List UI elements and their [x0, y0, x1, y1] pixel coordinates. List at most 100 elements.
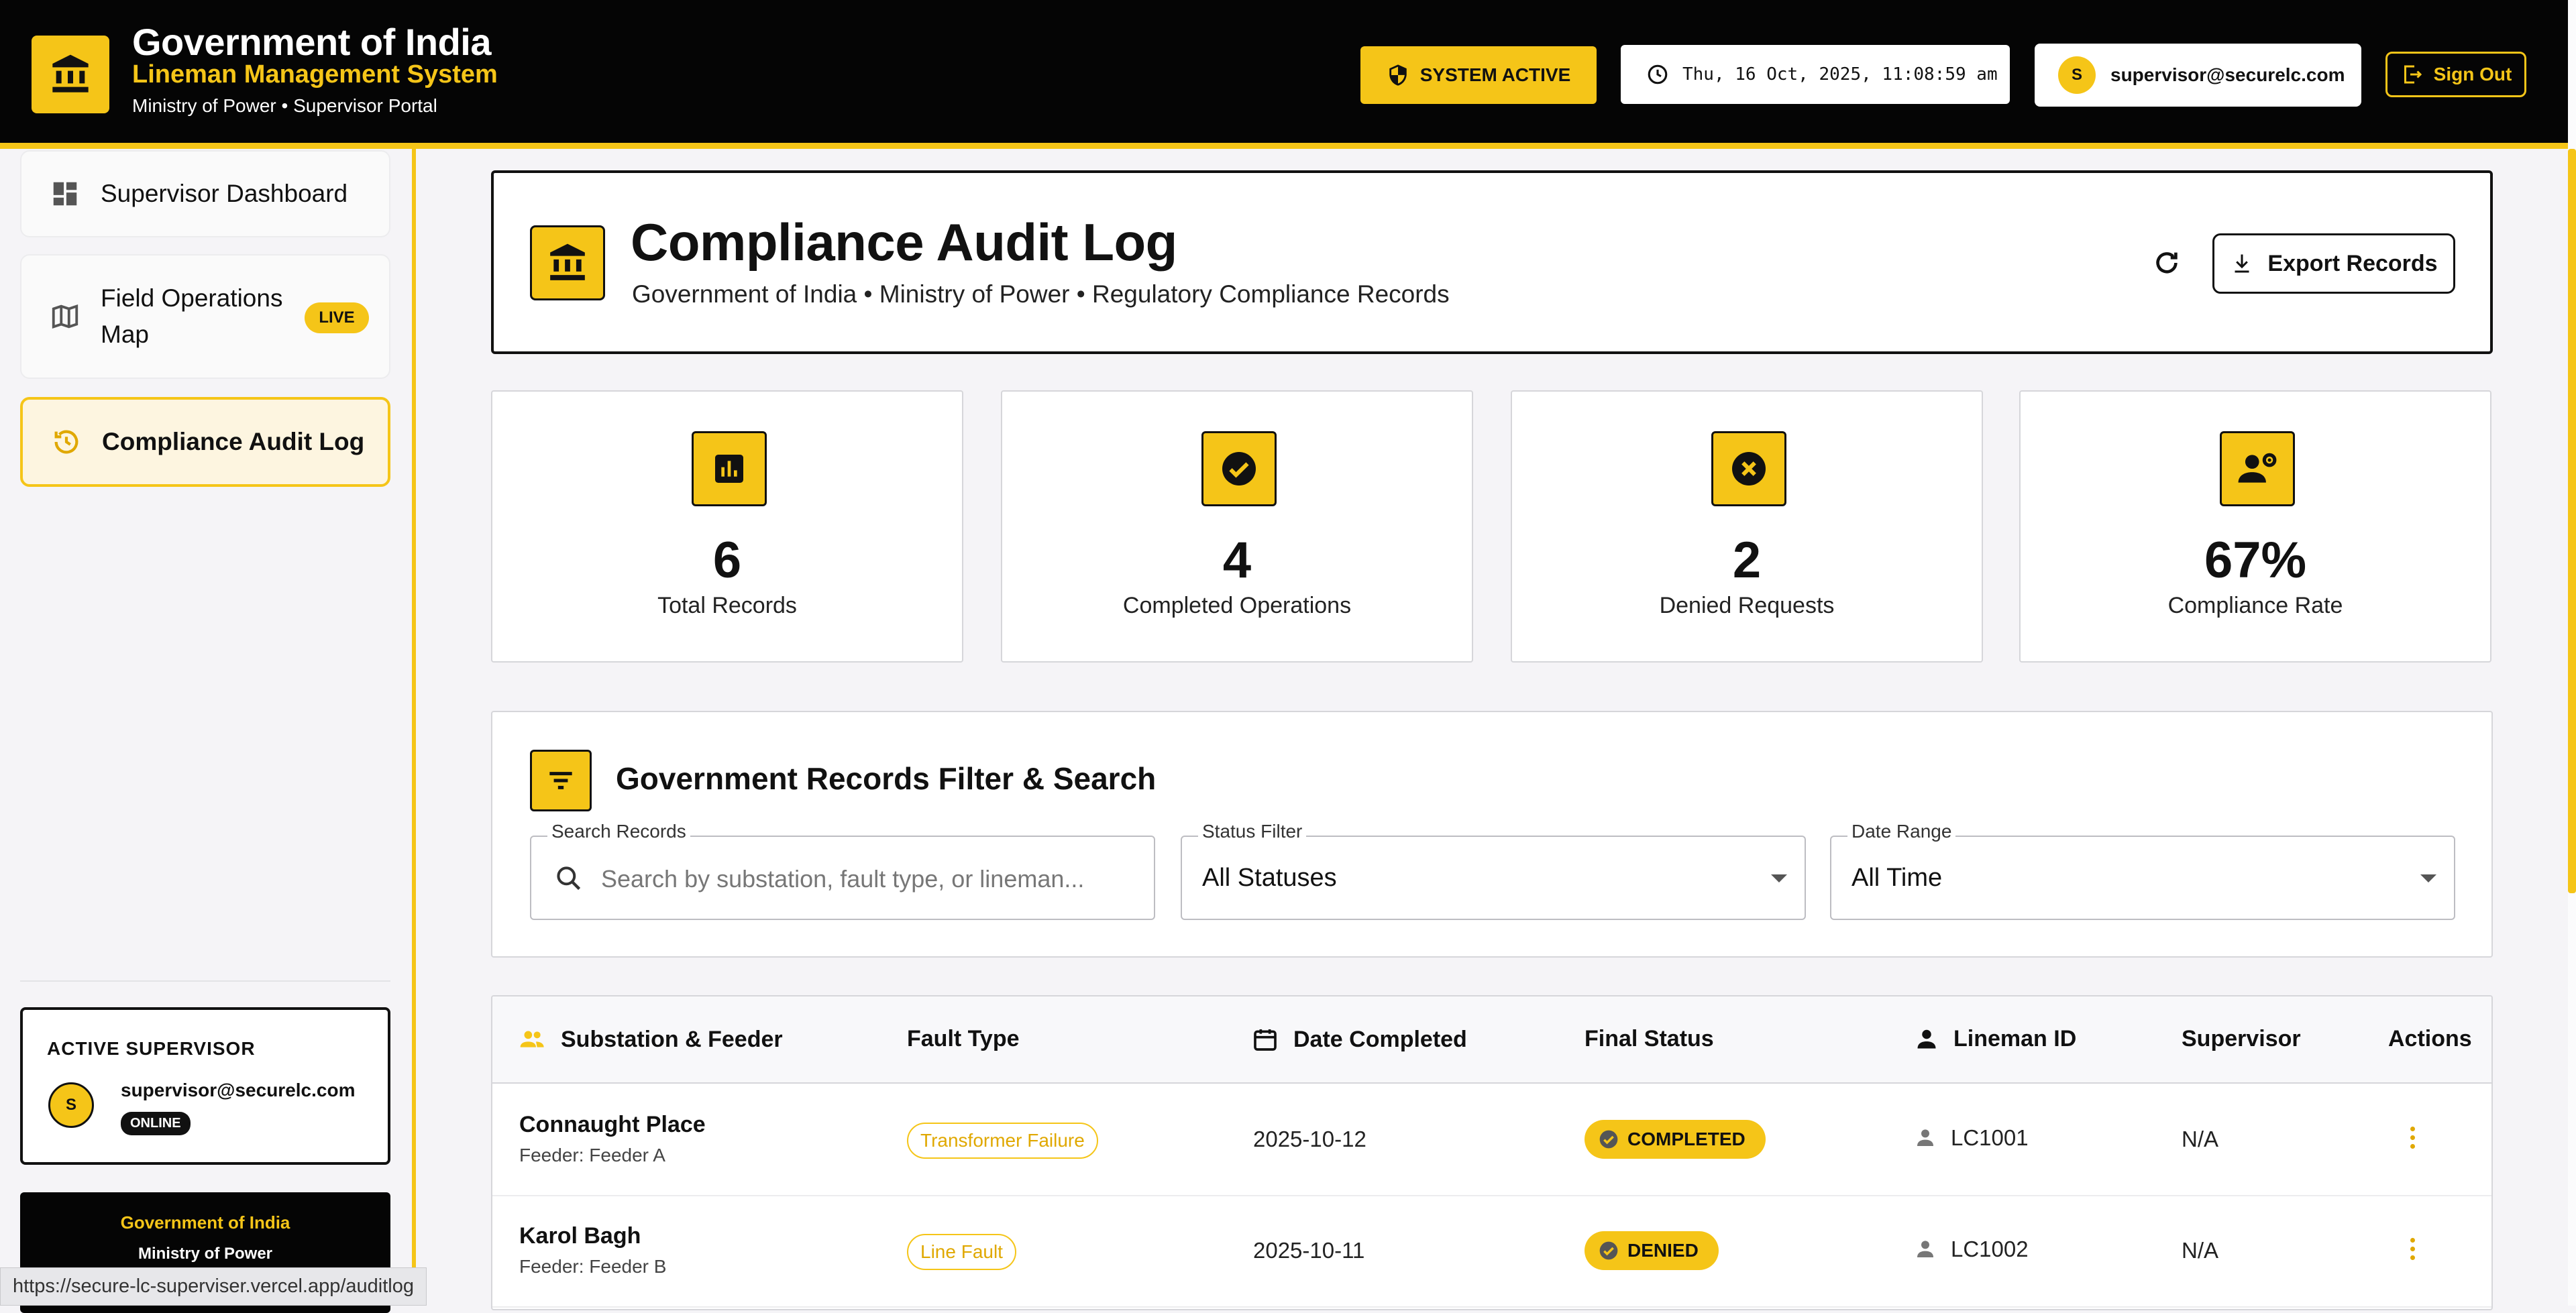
lineman-id: LC1001 — [1951, 1125, 2029, 1150]
shield-icon — [1389, 64, 1407, 86]
government-building-icon — [32, 36, 109, 113]
column-header-supervisor[interactable]: Supervisor — [2182, 1026, 2301, 1052]
stat-value: 67% — [2204, 532, 2307, 589]
system-status-badge: SYSTEM ACTIVE — [1360, 46, 1597, 104]
group-icon — [520, 1031, 544, 1047]
sidebar-item-audit-log[interactable]: Compliance Audit Log — [20, 397, 390, 487]
check-circle-icon — [1599, 1241, 1618, 1260]
table-row[interactable]: Connaught Place Feeder: Feeder A Transfo… — [492, 1085, 2491, 1196]
substation-name: Connaught Place — [519, 1112, 706, 1137]
table-row[interactable]: Karol Bagh Feeder: Feeder B Line Fault 2… — [492, 1196, 2491, 1308]
substation-cell: Connaught Place Feeder: Feeder A — [519, 1112, 706, 1166]
system-status-label: SYSTEM ACTIVE — [1419, 64, 1571, 85]
search-input[interactable]: Search Records Search by substation, fau… — [530, 821, 1155, 920]
column-header-status[interactable]: Final Status — [1585, 1026, 1714, 1052]
live-badge: LIVE — [305, 302, 369, 333]
stat-label: Total Records — [657, 593, 797, 618]
status-filter-label: Status Filter — [1198, 821, 1307, 842]
refresh-button[interactable] — [2145, 241, 2188, 284]
clock-icon — [1648, 64, 1668, 84]
history-icon — [54, 430, 78, 454]
column-header-lineman[interactable]: Lineman ID — [1915, 1026, 2076, 1052]
stat-card-compliance-rate: 67% Compliance Rate — [2019, 390, 2491, 663]
search-icon — [557, 866, 581, 891]
sidebar-item-dashboard[interactable]: Supervisor Dashboard — [20, 150, 390, 237]
fault-type-chip: Line Fault — [907, 1234, 1016, 1270]
check-circle-icon — [1599, 1130, 1618, 1149]
status-text: DENIED — [1627, 1240, 1699, 1261]
sidebar-item-label: Field Operations Map — [101, 284, 283, 348]
lineman-id: LC1002 — [1951, 1237, 2029, 1261]
sidebar: Supervisor Dashboard Field Operations Ma… — [0, 149, 416, 1313]
date-range-select[interactable]: Date Range All Time — [1830, 821, 2455, 920]
page-title: Compliance Audit Log — [631, 213, 1177, 272]
person-icon — [1917, 1029, 1936, 1048]
search-label: Search Records — [547, 821, 690, 842]
column-header-substation[interactable]: Substation & Feeder — [519, 1026, 783, 1053]
avatar: S — [48, 1082, 94, 1128]
scrollbar-thumb[interactable] — [2568, 149, 2576, 893]
audit-records-table: Substation & Feeder Fault Type Date Comp… — [491, 995, 2493, 1310]
date-completed: 2025-10-12 — [1253, 1127, 1366, 1151]
refresh-icon — [2156, 252, 2178, 274]
header-title: Government of India — [132, 21, 492, 63]
status-filter-select[interactable]: Status Filter All Statuses — [1181, 821, 1806, 920]
feeder-name: Feeder: Feeder B — [519, 1256, 667, 1277]
page-subtitle: Government of India • Ministry of Power … — [632, 280, 1450, 308]
column-header-date[interactable]: Date Completed — [1252, 1026, 1467, 1053]
person-icon — [1917, 1129, 1933, 1146]
sign-out-label: Sign Out — [2433, 64, 2512, 84]
footer-subtitle: Ministry of Power — [138, 1245, 273, 1263]
person-icon — [1917, 1241, 1933, 1257]
supervisor-value: N/A — [2182, 1238, 2219, 1263]
export-records-button[interactable]: Export Records — [2212, 233, 2455, 294]
stat-card-total-records: 6 Total Records — [491, 390, 963, 663]
lineman-cell: LC1002 — [1915, 1237, 2029, 1262]
column-label: Fault Type — [907, 1026, 1020, 1051]
search-placeholder: Search by substation, fault type, or lin… — [601, 865, 1085, 893]
filter-heading: Government Records Filter & Search — [616, 761, 1157, 796]
lineman-cell: LC1001 — [1915, 1125, 2029, 1151]
stat-label: Compliance Rate — [2167, 593, 2343, 618]
datetime-text: Thu, 16 Oct, 2025, 11:08:59 am — [1682, 64, 1998, 84]
sign-out-button[interactable]: Sign Out — [2385, 52, 2526, 97]
calendar-icon — [1254, 1029, 1277, 1051]
active-supervisor-title: ACTIVE SUPERVISOR — [47, 1038, 256, 1059]
stat-value: 4 — [1222, 532, 1252, 589]
column-label: Date Completed — [1293, 1026, 1467, 1052]
user-account-chip[interactable]: S supervisor@securelc.com — [2035, 44, 2361, 107]
cancel-circle-icon — [1711, 431, 1786, 506]
column-header-fault-type[interactable]: Fault Type — [907, 1026, 1020, 1052]
more-actions-icon[interactable] — [2408, 1238, 2416, 1260]
check-circle-icon — [1201, 431, 1277, 506]
more-actions-icon[interactable] — [2408, 1127, 2416, 1149]
status-text: COMPLETED — [1627, 1129, 1746, 1149]
substation-cell: Karol Bagh Feeder: Feeder B — [519, 1223, 666, 1277]
stat-label: Denied Requests — [1659, 593, 1835, 618]
datetime-display: Thu, 16 Oct, 2025, 11:08:59 am — [1621, 45, 2010, 104]
stat-card-denied: 2 Denied Requests — [1511, 390, 1983, 663]
supervisor-value: N/A — [2182, 1127, 2219, 1151]
bar-chart-icon — [692, 431, 767, 506]
engineer-icon — [2220, 431, 2295, 506]
column-header-actions: Actions — [2388, 1026, 2472, 1052]
date-range-value: All Time — [1851, 864, 1943, 892]
substation-name: Karol Bagh — [519, 1223, 641, 1249]
header-portal: Ministry of Power • Supervisor Portal — [132, 95, 437, 116]
stat-value: 2 — [1732, 532, 1762, 589]
online-status-badge: ONLINE — [121, 1112, 191, 1135]
chevron-down-icon — [2420, 874, 2436, 882]
download-icon — [2235, 254, 2249, 273]
chevron-down-icon — [1771, 874, 1787, 882]
stat-label: Completed Operations — [1122, 593, 1352, 618]
status-badge: DENIED — [1585, 1231, 1719, 1270]
user-email: supervisor@securelc.com — [2110, 64, 2345, 85]
sidebar-item-label: Compliance Audit Log — [102, 428, 365, 455]
top-header: Government of India Lineman Management S… — [0, 0, 2568, 149]
map-icon — [52, 304, 78, 329]
date-range-label: Date Range — [1847, 821, 1956, 842]
logout-icon — [2404, 65, 2422, 84]
sidebar-item-map[interactable]: Field Operations Map LIVE — [20, 254, 390, 379]
column-label: Supervisor — [2182, 1026, 2301, 1051]
fault-type-chip: Transformer Failure — [907, 1123, 1098, 1159]
